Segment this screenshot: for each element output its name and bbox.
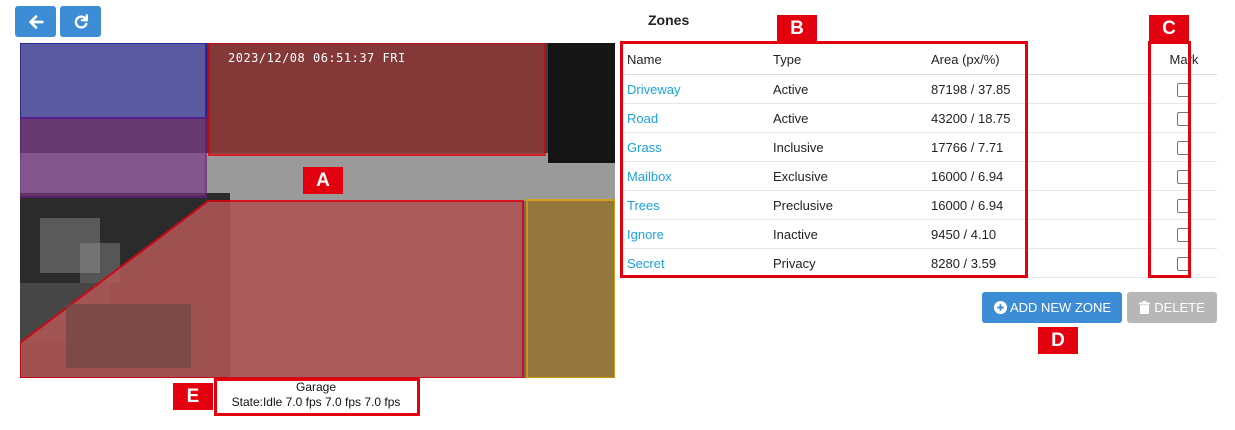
delete-button[interactable]: DELETE (1127, 292, 1217, 323)
back-button[interactable] (15, 6, 56, 37)
refresh-icon (74, 13, 88, 29)
zones-title: Zones (648, 12, 690, 28)
refresh-button[interactable] (60, 6, 101, 37)
highlight-box-e (214, 378, 420, 416)
marker-a: A (303, 167, 343, 194)
plus-circle-icon (993, 300, 1007, 315)
zone-purple[interactable] (20, 117, 207, 198)
add-new-zone-button[interactable]: ADD NEW ZONE (982, 292, 1122, 323)
zone-secret[interactable] (66, 304, 191, 368)
add-new-zone-label: ADD NEW ZONE (1009, 300, 1112, 315)
camera-view[interactable]: 2023/12/08 06:51:37 FRI (20, 43, 615, 378)
arrow-left-icon (28, 14, 44, 29)
zone-yellow[interactable] (526, 199, 615, 378)
camera-image (20, 43, 615, 378)
delete-label: DELETE (1154, 300, 1205, 315)
marker-b: B (777, 15, 817, 42)
marker-c: C (1149, 15, 1189, 42)
highlight-box-c (1148, 41, 1191, 278)
camera-timestamp: 2023/12/08 06:51:37 FRI (228, 51, 406, 65)
marker-e: E (173, 383, 213, 410)
trash-icon (1139, 301, 1151, 314)
highlight-box-b (620, 41, 1028, 278)
zone-blue[interactable] (20, 43, 207, 119)
marker-d: D (1038, 327, 1078, 354)
